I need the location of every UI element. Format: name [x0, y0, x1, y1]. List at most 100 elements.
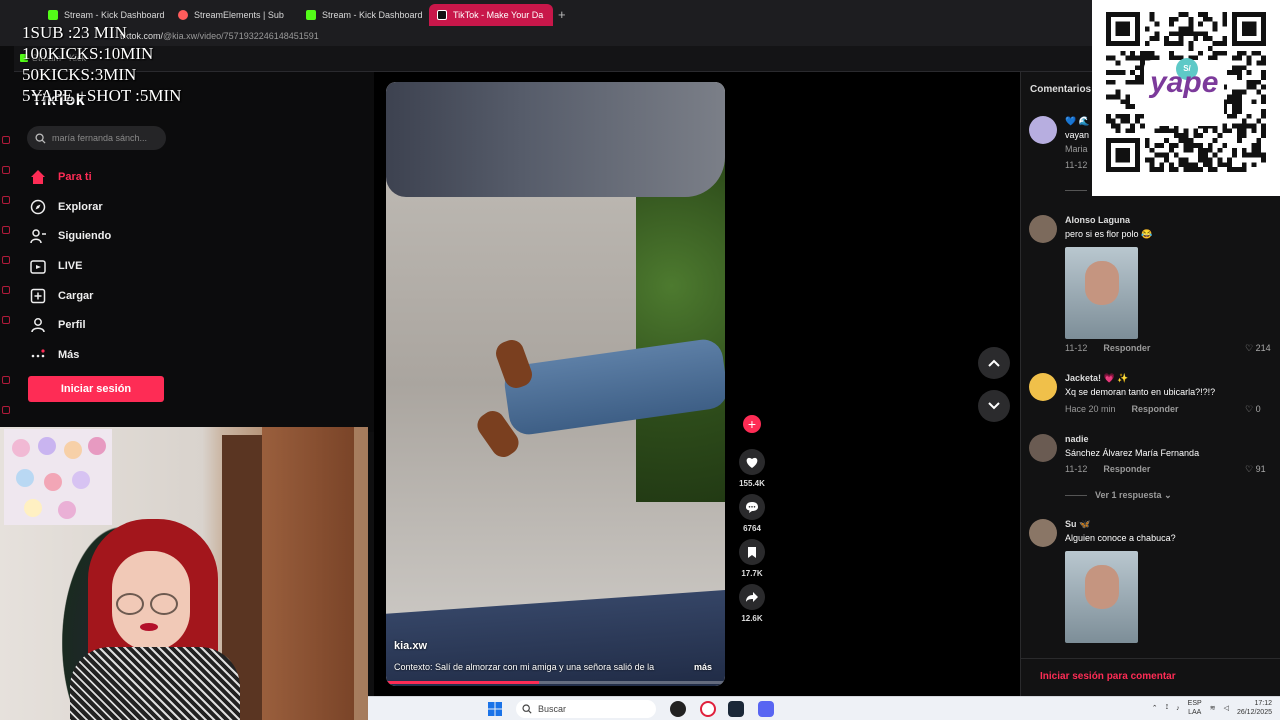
avatar[interactable]	[1029, 519, 1057, 547]
video-description: Contexto: Salí de almorzar con mi amiga …	[394, 662, 655, 672]
address-bar[interactable]: tiktok.com/@kia.xw/video/757193224614845…	[0, 30, 1280, 46]
previous-video-button[interactable]	[978, 347, 1010, 379]
sidebar-item-cargar[interactable]: Cargar	[30, 281, 111, 311]
network-icon[interactable]: ⟟	[1166, 704, 1169, 712]
webcam-feed	[0, 427, 368, 720]
app-icon-1[interactable]	[670, 701, 686, 717]
avatar[interactable]	[1029, 215, 1057, 243]
share-icon	[739, 584, 765, 610]
comment-login-link[interactable]: Iniciar sesión para comentar	[1021, 658, 1280, 696]
close-icon[interactable]: ✕	[294, 10, 295, 21]
comment-image[interactable]	[1065, 247, 1138, 339]
like-action[interactable]: 155.4K	[733, 449, 771, 488]
comment-likes[interactable]: ♡ 0	[1245, 404, 1261, 415]
heart-outline-icon: ♡	[1245, 464, 1254, 474]
view-replies-button[interactable]: Ver 1 respuesta ⌄	[1095, 490, 1172, 501]
video-player[interactable]: kia.xw Contexto: Salí de almorzar con mi…	[386, 82, 725, 686]
home-icon	[30, 169, 46, 185]
comment-icon	[739, 494, 765, 520]
stream-goals-overlay: 1SUB :23 MIN 100KICKS:10MIN 50KICKS:3MIN…	[22, 22, 181, 106]
opera-icon[interactable]	[700, 701, 716, 717]
heart-icon	[739, 449, 765, 475]
chevron-up-icon	[988, 359, 1000, 367]
reply-button[interactable]: Responder	[1103, 343, 1150, 353]
clock[interactable]: 17:12 26/12/2025	[1237, 699, 1272, 717]
sidebar-item-para-ti[interactable]: Para ti	[30, 162, 111, 192]
discord-icon[interactable]	[758, 701, 774, 717]
windows-start-icon[interactable]	[488, 702, 502, 716]
comment-image[interactable]	[1065, 551, 1138, 643]
comment-action[interactable]: 6764	[733, 494, 771, 533]
sidebar-item-perfil[interactable]: Perfil	[30, 310, 111, 340]
windows-taskbar: Buscar ⌃ ⟟ ♪ ESP LAA ≋ ◁ 17:12 26/12/2025	[368, 696, 1280, 720]
kick-icon	[306, 10, 316, 20]
sidebar-item-mas[interactable]: Más	[30, 340, 111, 370]
chevron-down-icon	[988, 402, 1000, 410]
sidebar-item-live[interactable]: LIVE	[30, 251, 111, 281]
save-action[interactable]: 17.7K	[733, 539, 771, 578]
comment-meta: 11-12 Responder	[1065, 343, 1151, 353]
screen: Stream - Kick Dashboard StreamElements |…	[0, 0, 1280, 720]
tab-tiktok[interactable]: TikTok - Make Your Da	[429, 4, 553, 26]
video-actions: + 155.4K 6764 17.7K 12.6K	[733, 415, 771, 629]
compass-icon	[30, 199, 46, 215]
bookmark-icon	[739, 539, 765, 565]
reply-button[interactable]: Responder	[1132, 404, 1179, 414]
tiktok-sidebar: TikTok Para ti Explorar Siguiendo LIVE	[14, 72, 374, 432]
share-action[interactable]: 12.6K	[733, 584, 771, 623]
chevron-down-icon: ⌄	[1164, 490, 1172, 500]
live-icon	[30, 258, 46, 274]
reply-button[interactable]: Responder	[1103, 464, 1150, 474]
overlay-line: 100KICKS:10MIN	[22, 44, 154, 63]
browser-tab-bar: Stream - Kick Dashboard StreamElements |…	[0, 0, 1280, 30]
more-icon	[30, 347, 46, 363]
progress-fill	[386, 681, 539, 684]
overlay-line: 50KICKS:3MIN	[22, 65, 137, 84]
comment-likes[interactable]: ♡ 91	[1245, 464, 1266, 475]
streamelements-icon	[178, 10, 188, 20]
following-icon	[30, 228, 46, 244]
comment-meta: 11-12 Responder	[1065, 464, 1151, 474]
upload-icon	[30, 288, 46, 304]
sidebar-nav: Para ti Explorar Siguiendo LIVE Cargar P…	[30, 162, 111, 370]
comments-title: Comentarios	[1030, 84, 1092, 95]
more-link[interactable]: más	[694, 662, 712, 672]
next-video-button[interactable]	[978, 390, 1010, 422]
sidebar-item-explorar[interactable]: Explorar	[30, 192, 111, 222]
plush-shelf	[4, 429, 112, 525]
new-tab-button[interactable]: +	[558, 7, 566, 22]
avatar[interactable]	[1029, 373, 1057, 401]
wifi-icon[interactable]: ≋	[1210, 704, 1216, 712]
language-indicator[interactable]: ESP LAA	[1188, 699, 1202, 717]
steam-icon[interactable]	[728, 701, 744, 717]
mic-icon[interactable]: ♪	[1176, 705, 1180, 712]
search-input[interactable]	[52, 133, 162, 143]
tiktok-icon	[437, 10, 447, 20]
chevron-up-icon[interactable]: ⌃	[1152, 704, 1158, 712]
overlay-line: 1SUB :23 MIN	[22, 23, 127, 42]
video-progress-bar[interactable]	[386, 681, 725, 684]
profile-icon	[30, 317, 46, 333]
comment-count: 6764	[743, 524, 761, 533]
like-count: 155.4K	[739, 479, 765, 488]
search-box[interactable]	[27, 126, 166, 150]
taskbar-search[interactable]: Buscar	[516, 700, 656, 718]
heart-outline-icon: ♡	[1245, 343, 1254, 353]
video-author[interactable]: kia.xw	[394, 640, 427, 652]
volume-icon[interactable]: ◁	[1224, 704, 1229, 712]
tab-kick-dashboard-2[interactable]: Stream - Kick Dashboard	[298, 4, 426, 26]
avatar[interactable]	[1029, 434, 1057, 462]
login-button[interactable]: Iniciar sesión	[28, 376, 164, 402]
search-icon	[522, 704, 532, 714]
tab-streamelements[interactable]: StreamElements | Sub ✕	[170, 4, 295, 26]
avatar[interactable]	[1029, 116, 1057, 144]
heart-outline-icon: ♡	[1245, 404, 1254, 414]
follow-button[interactable]: +	[743, 415, 761, 433]
bookmarks-bar: Stream - Kick	[0, 46, 1280, 72]
kick-icon	[48, 10, 58, 20]
search-icon	[35, 132, 46, 144]
sidebar-item-siguiendo[interactable]: Siguiendo	[30, 221, 111, 251]
system-tray: ⌃ ⟟ ♪ ESP LAA ≋ ◁ 17:12 26/12/2025	[1152, 699, 1272, 717]
comment-likes[interactable]: ♡ 214	[1245, 343, 1271, 354]
comment-meta: Hace 20 min Responder	[1065, 404, 1179, 414]
